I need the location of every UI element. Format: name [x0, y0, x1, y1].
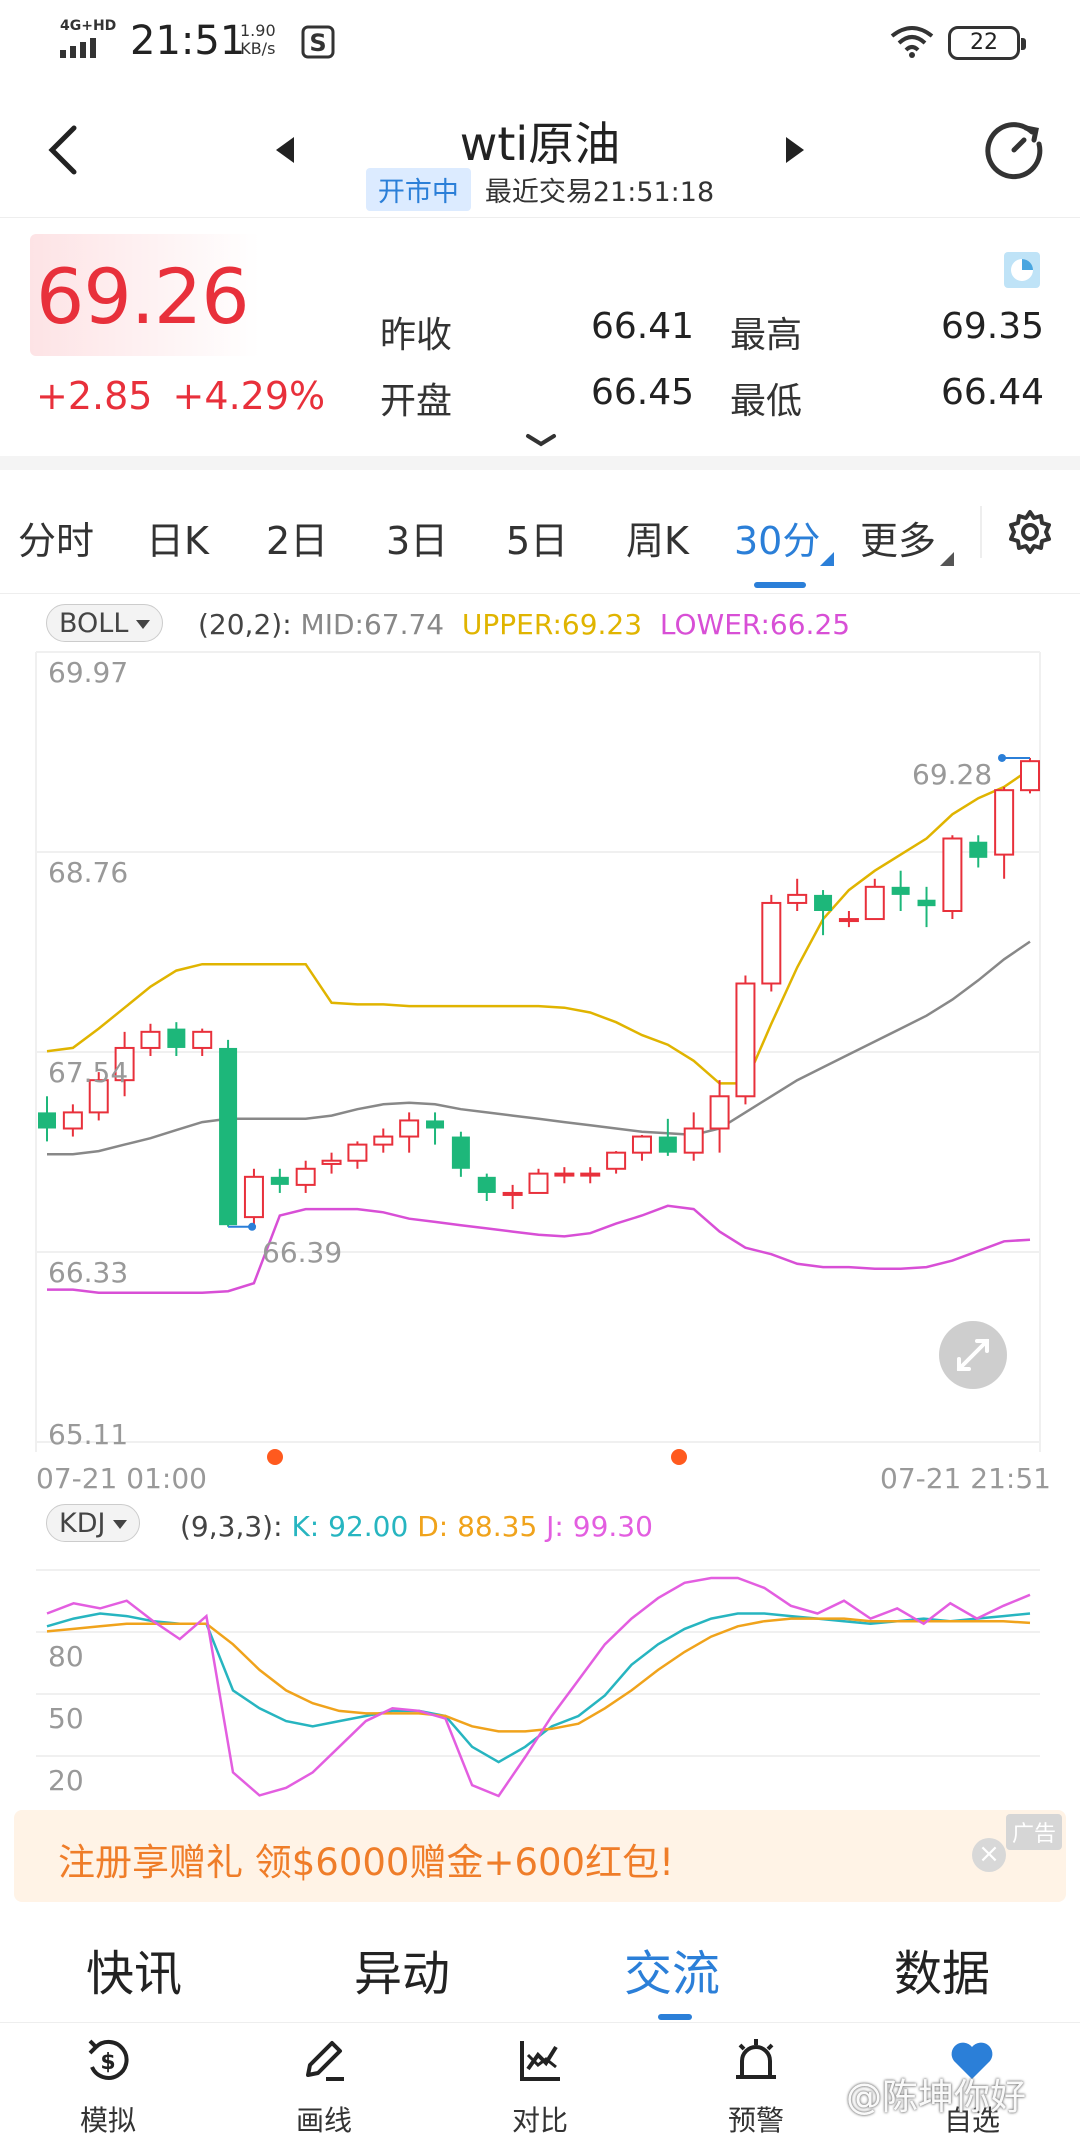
kdj-y-tick-label: 20	[48, 1764, 84, 1797]
nav-label: 画线	[295, 2104, 352, 2137]
last-marker-dot	[998, 753, 1006, 762]
candle-body	[140, 1030, 161, 1049]
section-tabs: 快讯 异动 交流 数据	[0, 1902, 1080, 2022]
candle-body	[528, 1172, 549, 1194]
svg-text:$: $	[100, 2050, 115, 2075]
candle-body	[295, 1167, 316, 1186]
boll-lower-line	[47, 1204, 1031, 1295]
event-marker[interactable]	[267, 1449, 283, 1465]
nav-compare[interactable]: 对比	[480, 2033, 600, 2139]
nav-label: 对比	[511, 2104, 568, 2137]
kdj-y-tick-label: 50	[48, 1702, 84, 1735]
kdj-k-line	[46, 1612, 1031, 1764]
candle-body	[399, 1119, 420, 1138]
y-tick-label: 67.54	[48, 1056, 129, 1089]
fullscreen-icon[interactable]	[939, 1321, 1007, 1389]
candle-body	[554, 1172, 575, 1177]
tab-news[interactable]: 快讯	[86, 1934, 182, 2004]
nav-label: 模拟	[79, 2104, 136, 2137]
candle-body	[62, 1111, 83, 1130]
candle-body	[502, 1191, 523, 1196]
candle-body	[735, 982, 756, 1098]
nav-draw[interactable]: 画线	[264, 2033, 384, 2139]
candle-body	[1020, 760, 1040, 792]
candle-body	[683, 1127, 704, 1154]
low-price-marker: 66.39	[262, 1236, 343, 1269]
candle-body	[606, 1151, 627, 1170]
candle-body	[321, 1159, 342, 1165]
candle-body	[426, 1120, 445, 1129]
low-marker-dot	[248, 1222, 257, 1231]
candle-body	[917, 899, 936, 907]
x-end-label: 07-21 21:51	[880, 1462, 1051, 1495]
price-chart[interactable]	[0, 0, 1080, 1800]
close-icon[interactable]: ×	[972, 1838, 1006, 1872]
candle-body	[838, 918, 859, 923]
active-section-indicator	[658, 2014, 692, 2020]
nav-simulate[interactable]: $ 模拟	[48, 2033, 168, 2139]
candle-body	[787, 893, 808, 904]
candle-body	[891, 886, 910, 895]
pencil-icon	[306, 2041, 344, 2081]
candle-body	[658, 1136, 677, 1153]
candle-body	[270, 1176, 289, 1185]
kdj-d-line	[46, 1617, 1031, 1733]
candle-body	[814, 894, 833, 911]
candle-body	[347, 1143, 368, 1162]
x-start-label: 07-21 01:00	[36, 1462, 207, 1495]
candle-body	[864, 885, 885, 921]
candle-body	[167, 1028, 186, 1048]
candle-body	[243, 1175, 264, 1219]
tab-movers[interactable]: 异动	[354, 1934, 450, 2004]
event-marker[interactable]	[671, 1449, 687, 1465]
candle-body	[373, 1135, 394, 1146]
y-tick-label: 68.76	[48, 856, 129, 889]
ad-banner[interactable]: 注册享赠礼 领$6000赠金+600红包! ×	[14, 1810, 1066, 1902]
candle-body	[38, 1112, 56, 1129]
nav-alert[interactable]: 预警	[696, 2033, 816, 2139]
tab-data[interactable]: 数据	[894, 1934, 990, 2004]
kdj-y-tick-label: 80	[48, 1640, 84, 1673]
watermark: @陈坤你好	[846, 2077, 1027, 2118]
candle-body	[477, 1176, 496, 1193]
candle-body	[580, 1172, 601, 1177]
ad-text[interactable]: 注册享赠礼 领$6000赠金+600红包!	[58, 1832, 674, 1886]
candle-body	[192, 1030, 213, 1049]
candle-body	[969, 841, 988, 858]
candle-body	[994, 789, 1015, 856]
tab-community[interactable]: 交流	[624, 1934, 720, 2004]
alarm-icon	[736, 2039, 776, 2079]
candle-body	[631, 1135, 652, 1154]
kdj-j-line	[46, 1576, 1031, 1798]
candle-body	[942, 837, 963, 912]
y-tick-label: 65.11	[48, 1418, 129, 1451]
ad-tag: 广告	[1006, 1814, 1063, 1850]
compare-chart-icon	[520, 2041, 560, 2081]
simulate-icon: $	[88, 2039, 129, 2080]
candle-body	[451, 1136, 470, 1169]
candle-body	[219, 1047, 238, 1226]
nav-label: 预警	[727, 2104, 784, 2137]
last-price-marker: 69.28	[912, 758, 993, 791]
candle-body	[761, 901, 782, 985]
candle-body	[709, 1095, 730, 1130]
y-tick-label: 66.33	[48, 1256, 129, 1289]
y-tick-label: 69.97	[48, 656, 129, 689]
